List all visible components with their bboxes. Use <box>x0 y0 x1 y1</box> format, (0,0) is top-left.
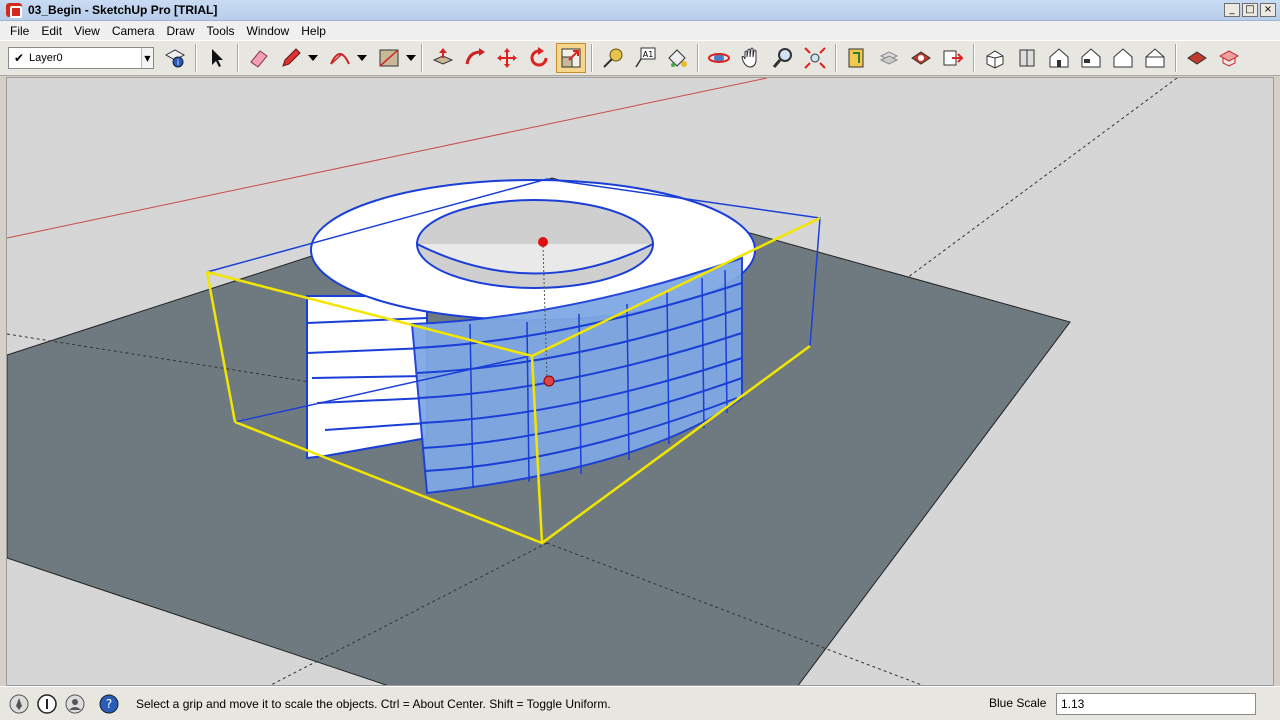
orbit-icon[interactable] <box>704 43 734 73</box>
share-model-icon[interactable] <box>1214 43 1244 73</box>
title-bar: 03_Begin - SketchUp Pro [TRIAL] _ □ × <box>0 0 1280 21</box>
vcb-label: Blue Scale <box>989 696 1047 710</box>
status-bar: ? Select a grip and move it to scale the… <box>0 686 1280 720</box>
front-view-icon[interactable] <box>1044 43 1074 73</box>
menu-edit[interactable]: Edit <box>35 24 68 38</box>
sketchup-logo-icon <box>6 3 22 18</box>
geo-location-icon[interactable] <box>8 693 30 715</box>
components-icon[interactable] <box>874 43 904 73</box>
chevron-down-icon[interactable] <box>405 43 417 73</box>
close-button[interactable]: × <box>1260 3 1276 17</box>
layer-name: Layer0 <box>29 52 63 64</box>
menu-help[interactable]: Help <box>295 24 332 38</box>
maximize-button[interactable]: □ <box>1242 3 1258 17</box>
export-icon[interactable] <box>938 43 968 73</box>
pencil-icon[interactable] <box>276 43 306 73</box>
arc-icon[interactable] <box>325 43 355 73</box>
rotate-icon[interactable] <box>524 43 554 73</box>
svg-text:i: i <box>177 58 179 67</box>
svg-text:?: ? <box>106 697 112 711</box>
toolbar: ✔ Layer0 ▼ i A1 <box>0 40 1280 76</box>
follow-me-icon[interactable] <box>460 43 490 73</box>
chevron-down-icon[interactable] <box>356 43 368 73</box>
menu-bar: File Edit View Camera Draw Tools Window … <box>0 21 1280 40</box>
scene-canvas <box>7 78 1273 685</box>
pan-icon[interactable] <box>736 43 766 73</box>
menu-file[interactable]: File <box>4 24 35 38</box>
paint-bucket-icon[interactable] <box>662 43 692 73</box>
top-view-icon[interactable] <box>1012 43 1042 73</box>
credits-icon[interactable] <box>36 693 58 715</box>
push-pull-icon[interactable] <box>428 43 458 73</box>
right-view-icon[interactable] <box>1076 43 1106 73</box>
model-viewport[interactable] <box>6 77 1274 686</box>
tape-measure-icon[interactable] <box>598 43 628 73</box>
menu-window[interactable]: Window <box>241 24 296 38</box>
status-hint: Select a grip and move it to scale the o… <box>136 696 611 711</box>
measurements-input[interactable]: 1.13 <box>1056 693 1256 715</box>
user-account-icon[interactable] <box>64 693 86 715</box>
menu-view[interactable]: View <box>68 24 106 38</box>
section-plane-icon[interactable] <box>842 43 872 73</box>
chevron-down-icon[interactable] <box>307 43 319 73</box>
minimize-button[interactable]: _ <box>1224 3 1240 17</box>
zoom-extents-icon[interactable] <box>800 43 830 73</box>
text-icon[interactable]: A1 <box>630 43 660 73</box>
get-models-icon[interactable] <box>1182 43 1212 73</box>
materials-icon[interactable] <box>906 43 936 73</box>
iso-view-icon[interactable] <box>980 43 1010 73</box>
rectangle-icon[interactable] <box>374 43 404 73</box>
svg-text:A1: A1 <box>643 50 654 59</box>
move-icon[interactable] <box>492 43 522 73</box>
menu-camera[interactable]: Camera <box>106 24 161 38</box>
layer-manager-icon[interactable]: i <box>160 43 190 73</box>
menu-draw[interactable]: Draw <box>161 24 201 38</box>
window-title: 03_Begin - SketchUp Pro [TRIAL] <box>28 3 218 17</box>
menu-tools[interactable]: Tools <box>201 24 241 38</box>
sketchup-window: 03_Begin - SketchUp Pro [TRIAL] _ □ × Fi… <box>0 0 1280 720</box>
layer-visible-check: ✔ <box>13 51 25 65</box>
eraser-icon[interactable] <box>244 43 274 73</box>
chevron-down-icon[interactable]: ▼ <box>141 48 153 68</box>
layer-select[interactable]: ✔ Layer0 ▼ <box>8 47 154 69</box>
back-view-icon[interactable] <box>1108 43 1138 73</box>
help-icon[interactable]: ? <box>98 693 120 715</box>
zoom-icon[interactable] <box>768 43 798 73</box>
left-view-icon[interactable] <box>1140 43 1170 73</box>
select-icon[interactable] <box>202 43 232 73</box>
scale-icon[interactable] <box>556 43 586 73</box>
